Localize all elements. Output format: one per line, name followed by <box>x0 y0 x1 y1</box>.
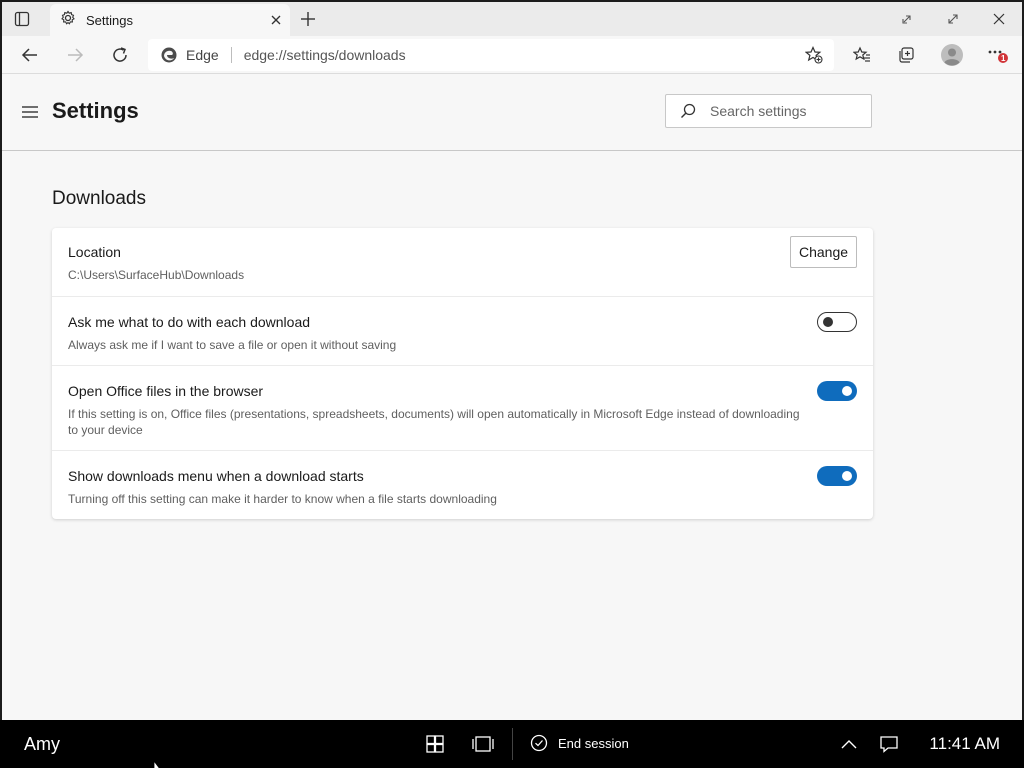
downloads-card: Location C:\Users\SurfaceHub\Downloads C… <box>52 228 873 519</box>
menu-badge: 1 <box>1001 54 1006 63</box>
clock[interactable]: 11:41 AM <box>929 734 1000 754</box>
tab-title: Settings <box>86 12 133 28</box>
hamburger-icon[interactable] <box>20 102 40 122</box>
change-location-button[interactable]: Change <box>790 236 857 268</box>
settings-content: Downloads Location C:\Users\SurfaceHub\D… <box>2 152 1022 720</box>
user-name[interactable]: Amy <box>24 734 60 755</box>
back-arrow-icon[interactable] <box>16 42 44 68</box>
setting-title: Ask me what to do with each download <box>68 314 311 330</box>
toggle-knob <box>823 317 833 327</box>
notification-icon[interactable] <box>877 732 901 756</box>
settings-header: Settings <box>2 74 1022 151</box>
setting-description: Turning off this setting can make it har… <box>68 492 497 506</box>
chevron-up-icon[interactable] <box>837 732 861 756</box>
close-window-icon[interactable] <box>976 2 1022 36</box>
tab-strip: Settings <box>2 2 1022 36</box>
refresh-icon[interactable] <box>106 42 134 68</box>
windows-icon[interactable] <box>423 732 447 756</box>
close-icon[interactable] <box>266 10 286 30</box>
taskbar-divider <box>512 728 513 760</box>
setting-description: Always ask me if I want to save a file o… <box>68 338 397 352</box>
tab-settings[interactable]: Settings <box>50 4 290 36</box>
restore-icon[interactable] <box>884 2 930 36</box>
browser-window: Settings Edge edge://settings/downloads … <box>0 0 1024 720</box>
downloads-menu-toggle[interactable] <box>817 466 857 486</box>
settings-gear-icon <box>60 10 76 31</box>
toggle-knob <box>842 386 852 396</box>
profile-icon[interactable] <box>938 42 966 68</box>
setting-title: Open Office files in the browser <box>68 383 264 399</box>
location-path: C:\Users\SurfaceHub\Downloads <box>68 268 245 282</box>
tab-actions-icon[interactable] <box>12 9 32 29</box>
address-brand: Edge <box>186 47 219 63</box>
favorites-icon[interactable] <box>848 42 876 68</box>
office-files-toggle[interactable] <box>817 381 857 401</box>
add-favorite-icon[interactable] <box>800 41 828 69</box>
setting-row-office: Open Office files in the browser If this… <box>52 366 873 451</box>
mouse-cursor-icon <box>153 761 160 768</box>
setting-row-ask: Ask me what to do with each download Alw… <box>52 297 873 366</box>
setting-row-menu: Show downloads menu when a download star… <box>52 451 873 519</box>
checkmark-circle-icon <box>530 734 548 752</box>
search-icon <box>681 103 696 118</box>
edge-logo-icon <box>161 47 177 63</box>
forward-arrow-icon[interactable] <box>61 42 89 68</box>
plus-icon[interactable] <box>298 9 318 29</box>
toggle-knob <box>842 471 852 481</box>
maximize-icon[interactable] <box>930 2 976 36</box>
location-row: Location C:\Users\SurfaceHub\Downloads C… <box>52 228 873 297</box>
setting-description: If this setting is on, Office files (pre… <box>68 407 800 437</box>
more-icon[interactable]: 1 <box>984 42 1012 68</box>
url-text[interactable]: edge://settings/downloads <box>244 47 800 63</box>
collections-icon[interactable] <box>892 42 920 68</box>
task-view-icon[interactable] <box>471 732 495 756</box>
address-separator <box>230 47 232 63</box>
section-title: Downloads <box>52 188 146 209</box>
page-title: Settings <box>52 98 139 123</box>
navigation-toolbar: Edge edge://settings/downloads 1 <box>2 36 1022 74</box>
ask-download-toggle[interactable] <box>817 312 857 332</box>
search-settings-box[interactable] <box>665 94 872 128</box>
window-controls <box>884 2 1022 36</box>
search-input[interactable] <box>710 103 860 119</box>
end-session-label: End session <box>558 735 629 751</box>
setting-title: Show downloads menu when a download star… <box>68 468 364 484</box>
location-title: Location <box>68 244 121 260</box>
address-bar[interactable]: Edge edge://settings/downloads <box>148 39 834 71</box>
end-session-button[interactable]: End session <box>530 734 629 752</box>
